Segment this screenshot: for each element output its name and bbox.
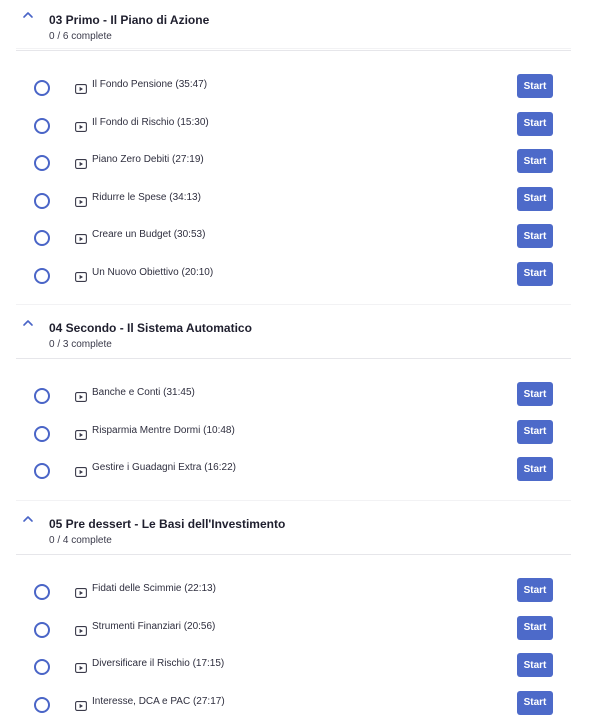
start-lesson-button[interactable]: Start [517,653,553,677]
section-header[interactable]: 04 Secondo - Il Sistema Automatico 0 / 3 … [16,318,571,359]
lesson-title[interactable]: Un Nuovo Obiettivo (20:10) [92,267,213,278]
lesson-title[interactable]: Interesse, DCA e PAC (27:17) [92,696,225,707]
lesson-title[interactable]: Ridurre le Spese (34:13) [92,192,201,203]
course-section: 05 Pre dessert - Le Basi dell'Investimen… [16,514,571,723]
start-lesson-button[interactable]: Start [517,224,553,248]
lesson-row[interactable]: Diversificare il Rischio (17:15) Start [16,648,571,686]
section-header[interactable]: 03 Primo - Il Piano di Azione 0 / 6 compl… [16,10,571,51]
video-play-icon [75,660,87,673]
start-lesson-button[interactable]: Start [517,74,553,98]
lesson-title[interactable]: Piano Zero Debiti (27:19) [92,154,204,165]
lesson-title[interactable]: Creare un Budget (30:53) [92,229,205,240]
incomplete-circle-icon[interactable] [34,659,50,675]
start-lesson-button[interactable]: Start [517,690,553,715]
incomplete-circle-icon[interactable] [34,230,50,246]
lesson-row[interactable]: Interesse, DCA e PAC (27:17) Start [16,686,571,724]
video-play-icon [75,585,87,598]
start-lesson-button[interactable]: Start [517,457,553,481]
video-play-icon [75,119,87,132]
lesson-row[interactable]: Banche e Conti (31:45) Start [16,377,571,415]
incomplete-circle-icon[interactable] [34,155,50,171]
incomplete-circle-icon[interactable] [34,621,50,638]
incomplete-circle-icon[interactable] [34,117,50,134]
chevron-up-icon[interactable] [22,10,34,20]
course-curriculum: 03 Primo - Il Piano di Azione 0 / 6 compl… [0,0,590,726]
lesson-title[interactable]: Diversificare il Rischio (17:15) [92,658,224,669]
section-progress: 0 / 4 complete [49,535,112,546]
lesson-title[interactable]: Strumenti Finanziari (20:56) [92,621,215,632]
video-play-icon [75,427,87,440]
video-play-icon [75,698,87,711]
chevron-up-icon[interactable] [22,514,34,524]
video-play-icon [75,269,87,282]
lesson-row[interactable]: Gestire i Guadagni Extra (16:22) Start [16,452,571,490]
start-lesson-button[interactable]: Start [517,186,553,211]
incomplete-circle-icon[interactable] [34,80,50,96]
start-lesson-button[interactable]: Start [517,578,553,602]
video-play-icon [75,464,87,477]
lesson-row[interactable]: Piano Zero Debiti (27:19) Start [16,144,571,182]
incomplete-circle-icon[interactable] [34,192,50,209]
incomplete-circle-icon[interactable] [34,425,50,442]
divider [16,500,571,501]
video-play-icon [75,231,87,244]
video-play-icon [75,194,87,207]
lesson-title[interactable]: Banche e Conti (31:45) [92,387,195,398]
video-play-icon [75,81,87,94]
start-lesson-button[interactable]: Start [517,149,553,173]
incomplete-circle-icon[interactable] [34,267,50,284]
chevron-up-icon[interactable] [22,318,34,328]
lesson-row[interactable]: Il Fondo Pensione (35:47) Start [16,69,571,107]
lesson-row[interactable]: Fidati delle Scimmie (22:13) Start [16,573,571,611]
lesson-title[interactable]: Risparmia Mentre Dormi (10:48) [92,425,235,436]
lesson-title[interactable]: Il Fondo di Rischio (15:30) [92,117,209,128]
course-section: 03 Primo - Il Piano di Azione 0 / 6 compl… [16,10,571,294]
incomplete-circle-icon[interactable] [34,584,50,600]
course-section: 04 Secondo - Il Sistema Automatico 0 / 3 … [16,318,571,490]
section-progress: 0 / 6 complete [49,31,112,42]
lesson-row[interactable]: Ridurre le Spese (34:13) Start [16,182,571,220]
lesson-row[interactable]: Creare un Budget (30:53) Start [16,219,571,257]
lesson-row[interactable]: Strumenti Finanziari (20:56) Start [16,611,571,649]
lesson-list: Banche e Conti (31:45) Start Risparmia Men… [16,359,571,490]
video-play-icon [75,389,87,402]
start-lesson-button[interactable]: Start [517,615,553,640]
video-play-icon [75,156,87,169]
lesson-row[interactable]: Risparmia Mentre Dormi (10:48) Start [16,415,571,453]
incomplete-circle-icon[interactable] [34,388,50,404]
lesson-row[interactable]: Il Fondo di Rischio (15:30) Start [16,107,571,145]
lesson-row[interactable]: Un Nuovo Obiettivo (20:10) Start [16,257,571,295]
section-title: 04 Secondo - Il Sistema Automatico [49,321,252,335]
section-header[interactable]: 05 Pre dessert - Le Basi dell'Investimen… [16,514,571,555]
incomplete-circle-icon[interactable] [34,696,50,713]
section-title: 05 Pre dessert - Le Basi dell'Investimen… [49,517,286,531]
lesson-title[interactable]: Gestire i Guadagni Extra (16:22) [92,462,236,473]
section-progress: 0 / 3 complete [49,339,112,350]
start-lesson-button[interactable]: Start [517,111,553,136]
divider [16,304,571,305]
lesson-title[interactable]: Il Fondo Pensione (35:47) [92,79,207,90]
start-lesson-button[interactable]: Start [517,419,553,444]
incomplete-circle-icon[interactable] [34,463,50,479]
start-lesson-button[interactable]: Start [517,382,553,406]
lesson-list: Fidati delle Scimmie (22:13) Start Strumen… [16,555,571,723]
lesson-title[interactable]: Fidati delle Scimmie (22:13) [92,583,216,594]
section-title: 03 Primo - Il Piano di Azione [49,13,210,27]
start-lesson-button[interactable]: Start [517,261,553,286]
lesson-list: Il Fondo Pensione (35:47) Start Il Fondo d… [16,51,571,294]
video-play-icon [75,623,87,636]
